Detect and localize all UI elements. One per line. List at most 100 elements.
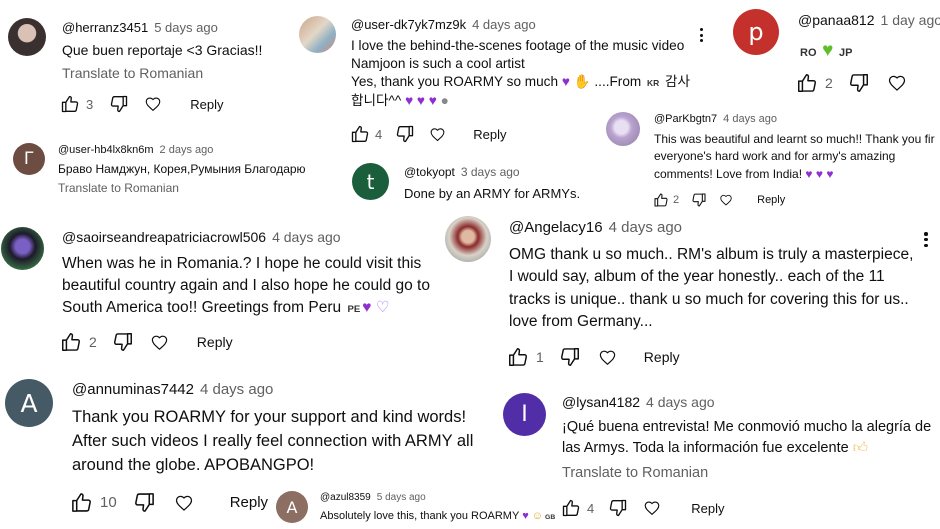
reply-button[interactable]: Reply bbox=[197, 334, 233, 350]
author-handle[interactable]: @user-dk7yk7mz9k bbox=[351, 17, 466, 32]
comment-author[interactable]: @panaa812 1 day ago bbox=[798, 12, 940, 28]
comment-text: This was beautiful and learnt so much!! … bbox=[654, 132, 935, 181]
avatar[interactable] bbox=[445, 216, 491, 262]
more-vert-icon[interactable] bbox=[698, 28, 704, 42]
heart-outline-icon[interactable] bbox=[598, 348, 617, 367]
avatar[interactable]: t bbox=[352, 163, 389, 200]
comment-author[interactable]: @lysan4182 4 days ago bbox=[562, 394, 715, 410]
thumb-down-icon[interactable] bbox=[559, 346, 581, 368]
thumb-down-icon[interactable] bbox=[608, 498, 628, 518]
avatar[interactable]: I bbox=[503, 393, 546, 436]
heart-outline-icon[interactable] bbox=[887, 73, 907, 93]
heart-outline-icon[interactable] bbox=[719, 193, 733, 207]
translate-link[interactable]: Translate to Romanian bbox=[62, 65, 203, 81]
avatar[interactable]: p bbox=[733, 9, 779, 55]
thumb-down-icon[interactable] bbox=[395, 124, 415, 144]
comment-author[interactable]: @tokyopt 3 days ago bbox=[404, 165, 520, 179]
author-handle[interactable]: @herranz3451 bbox=[62, 20, 148, 35]
author-handle[interactable]: @ParKbgtn7 bbox=[654, 113, 717, 125]
thumb-up-icon[interactable] bbox=[60, 331, 82, 353]
thumb-up-icon[interactable] bbox=[60, 94, 80, 114]
thumb-up-icon[interactable] bbox=[653, 192, 669, 208]
thumb-down-icon[interactable] bbox=[112, 331, 134, 353]
thumbs-up-emoji-icon: 👍︎ bbox=[852, 440, 868, 457]
comment-time[interactable]: 5 days ago bbox=[154, 20, 218, 35]
thumb-up-icon[interactable] bbox=[350, 124, 370, 144]
comment-author[interactable]: @herranz3451 5 days ago bbox=[62, 20, 218, 35]
comment-text: ¡Qué buena entrevista! Me conmovió mucho… bbox=[562, 419, 932, 457]
comment-line: I love the behind-the-scenes footage of … bbox=[351, 38, 685, 53]
heart-decoration-icon: ♡ bbox=[375, 299, 390, 316]
author-handle[interactable]: @azul8359 bbox=[320, 492, 371, 503]
reply-button[interactable]: Reply bbox=[473, 127, 506, 142]
comment-time[interactable]: 1 day ago bbox=[881, 12, 940, 28]
thumb-down-icon[interactable] bbox=[691, 192, 707, 208]
comment-time[interactable]: 4 days ago bbox=[272, 229, 341, 245]
translate-link[interactable]: Translate to Romanian bbox=[562, 465, 708, 481]
purple-heart-icon: ♥ ♥ ♥ bbox=[405, 92, 437, 108]
heart-outline-icon[interactable] bbox=[429, 126, 446, 143]
avatar[interactable]: A bbox=[276, 491, 308, 523]
author-handle[interactable]: @saoirseandreapatriciacrowl506 bbox=[62, 229, 266, 245]
author-handle[interactable]: @user-hb4lx8kn6m bbox=[58, 144, 154, 156]
author-handle[interactable]: @panaa812 bbox=[798, 12, 875, 28]
thumb-down-icon[interactable] bbox=[848, 72, 870, 94]
comment-author[interactable]: @ParKbgtn7 4 days ago bbox=[654, 113, 777, 125]
comment-text: OMG thank u so much.. RM's album is trul… bbox=[509, 246, 914, 331]
avatar[interactable]: Г bbox=[13, 143, 45, 175]
purple-heart-icon: ♥ bbox=[362, 299, 372, 316]
comment-text: I love the behind-the-scenes footage of … bbox=[351, 37, 690, 110]
comment-time[interactable]: 2 days ago bbox=[160, 144, 214, 156]
reply-button[interactable]: Reply bbox=[644, 349, 680, 365]
like-count: 10 bbox=[100, 494, 117, 511]
koala-icon: ● bbox=[440, 92, 449, 108]
purple-heart-icon: ♥ bbox=[561, 74, 570, 90]
reply-button[interactable]: Reply bbox=[190, 97, 223, 112]
comment-line: Namjoon is such a cool artist bbox=[351, 56, 525, 72]
heart-outline-icon[interactable] bbox=[174, 493, 194, 513]
avatar[interactable] bbox=[606, 112, 640, 146]
thumb-up-icon[interactable] bbox=[796, 72, 818, 94]
comment-text: When was he in Romania.? I hope he could… bbox=[62, 255, 430, 316]
comment-time[interactable]: 4 days ago bbox=[200, 381, 273, 398]
thumb-up-icon[interactable] bbox=[561, 498, 581, 518]
heart-outline-icon[interactable] bbox=[150, 333, 169, 352]
comment-time[interactable]: 4 days ago bbox=[723, 113, 777, 125]
like-count: 4 bbox=[587, 500, 595, 516]
like-count: 4 bbox=[375, 126, 383, 142]
comment-line: 합니다^^ ♥ ♥ ♥ ● bbox=[351, 92, 449, 108]
reply-button[interactable]: Reply bbox=[757, 194, 785, 206]
avatar[interactable] bbox=[1, 227, 44, 270]
translate-link[interactable]: Translate to Romanian bbox=[58, 181, 179, 195]
author-handle[interactable]: @tokyopt bbox=[404, 165, 455, 179]
comment-time[interactable]: 5 days ago bbox=[377, 492, 426, 503]
heart-outline-icon[interactable] bbox=[643, 499, 661, 517]
comment-author[interactable]: @Angelacy16 4 days ago bbox=[509, 219, 682, 236]
comment-author[interactable]: @azul8359 5 days ago bbox=[320, 492, 426, 503]
thumb-down-icon[interactable] bbox=[133, 491, 156, 514]
comment-author[interactable]: @user-hb4lx8kn6m 2 days ago bbox=[58, 144, 213, 156]
author-handle[interactable]: @annuminas7442 bbox=[72, 381, 194, 398]
comment-time[interactable]: 4 days ago bbox=[472, 17, 536, 32]
comment-time[interactable]: 4 days ago bbox=[646, 394, 715, 410]
avatar[interactable] bbox=[299, 16, 336, 53]
comment-author[interactable]: @user-dk7yk7mz9k 4 days ago bbox=[351, 17, 536, 32]
comment-time[interactable]: 3 days ago bbox=[461, 165, 520, 179]
heart-outline-icon[interactable] bbox=[144, 95, 162, 113]
thumb-up-icon[interactable] bbox=[70, 491, 93, 514]
like-count: 2 bbox=[89, 334, 97, 350]
comment-author[interactable]: @saoirseandreapatriciacrowl506 4 days ago bbox=[62, 229, 341, 245]
reply-button[interactable]: Reply bbox=[691, 501, 724, 516]
author-handle[interactable]: @lysan4182 bbox=[562, 394, 640, 410]
comment-author[interactable]: @annuminas7442 4 days ago bbox=[72, 381, 273, 398]
comment-text: Thank you ROARMY for your support and ki… bbox=[72, 408, 474, 474]
avatar[interactable] bbox=[8, 18, 46, 56]
author-handle[interactable]: @Angelacy16 bbox=[509, 219, 603, 236]
thumb-up-icon[interactable] bbox=[507, 346, 529, 368]
reply-button[interactable]: Reply bbox=[230, 494, 268, 511]
comment-time[interactable]: 4 days ago bbox=[609, 219, 682, 236]
avatar[interactable]: A bbox=[5, 379, 53, 427]
thumb-down-icon[interactable] bbox=[109, 94, 129, 114]
like-count: 2 bbox=[825, 75, 833, 91]
more-vert-icon[interactable] bbox=[923, 232, 929, 247]
